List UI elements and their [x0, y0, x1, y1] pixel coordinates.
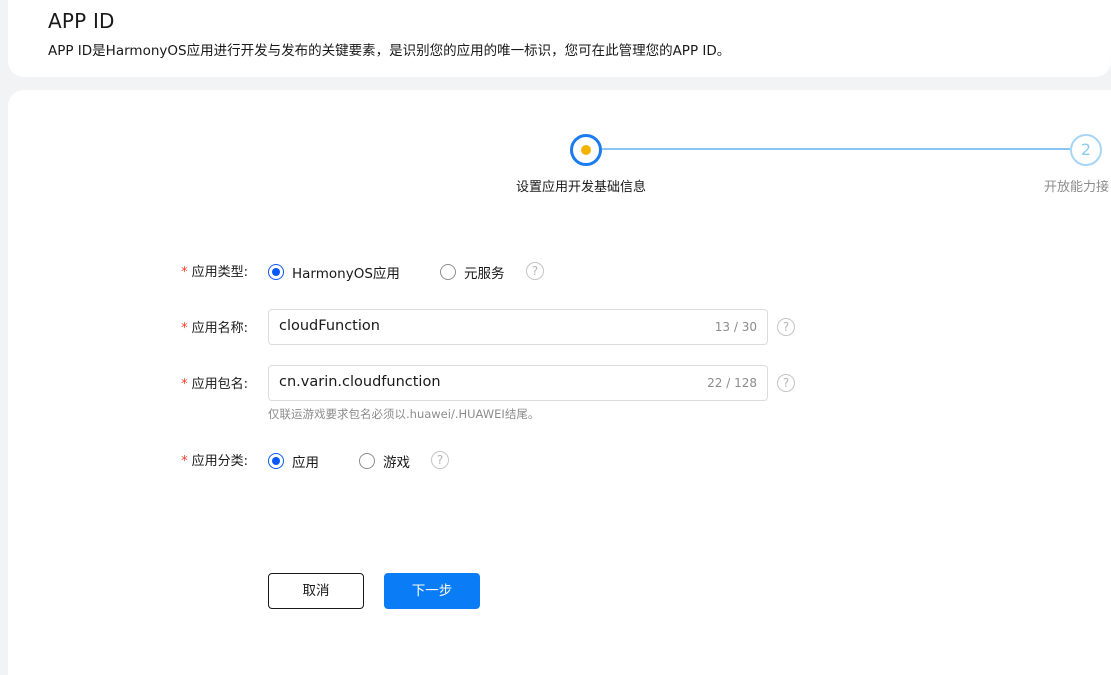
app-name-char-counter: 13 / 30	[714, 320, 757, 334]
step-2-label: 开放能力接	[1044, 180, 1110, 195]
package-name-hint: 仅联运游戏要求包名必须以.huawei/.HUAWEI结尾。	[268, 407, 540, 421]
category-label-text: 应用分类:	[191, 454, 248, 469]
radio-unchecked-icon	[440, 264, 456, 280]
step-1-active-dot	[581, 145, 591, 155]
package-name-label: * 应用包名:	[148, 373, 248, 392]
required-mark: *	[181, 377, 188, 392]
category-option-label: 游戏	[383, 455, 410, 471]
app-type-help-icon[interactable]: ?	[526, 262, 544, 280]
category-help-icon[interactable]: ?	[431, 451, 449, 469]
radio-unchecked-icon	[359, 453, 375, 469]
category-option-label: 应用	[292, 455, 319, 471]
required-mark: *	[181, 321, 188, 336]
app-name-label: * 应用名称:	[148, 317, 248, 336]
package-name-char-counter: 22 / 128	[707, 376, 757, 390]
package-name-label-text: 应用包名:	[191, 377, 248, 392]
step-2-indicator: 2	[1070, 134, 1102, 166]
cancel-button[interactable]: 取消	[268, 573, 364, 609]
app-type-option-label: 元服务	[464, 266, 505, 282]
package-name-field[interactable]: 22 / 128	[268, 365, 768, 401]
app-type-label: * 应用类型:	[148, 261, 248, 280]
category-label: * 应用分类:	[148, 450, 248, 469]
app-name-field[interactable]: 13 / 30	[268, 309, 768, 345]
package-name-help-icon[interactable]: ?	[777, 374, 795, 392]
next-step-button[interactable]: 下一步	[384, 573, 480, 609]
app-name-help-icon[interactable]: ?	[777, 318, 795, 336]
header-card: APP ID APP ID是HarmonyOS应用进行开发与发布的关键要素，是识…	[8, 0, 1111, 77]
app-name-label-text: 应用名称:	[191, 321, 248, 336]
step-1-indicator	[570, 134, 602, 166]
category-radio-app[interactable]: 应用	[268, 451, 319, 471]
app-name-input[interactable]	[279, 318, 679, 334]
category-radio-game[interactable]: 游戏	[359, 451, 410, 471]
app-type-label-text: 应用类型:	[191, 265, 248, 280]
app-type-radio-atomic-service[interactable]: 元服务	[440, 262, 505, 282]
step-1-label: 设置应用开发基础信息	[516, 180, 647, 195]
app-type-radio-harmonyos[interactable]: HarmonyOS应用	[268, 262, 400, 282]
radio-checked-icon	[268, 264, 284, 280]
app-type-option-label: HarmonyOS应用	[292, 266, 400, 282]
page-description: APP ID是HarmonyOS应用进行开发与发布的关键要素，是识别您的应用的唯…	[48, 43, 731, 59]
page-title: APP ID	[48, 9, 115, 33]
package-name-input[interactable]	[279, 374, 679, 390]
stepper-connector-line	[602, 148, 1070, 150]
required-mark: *	[181, 454, 188, 469]
radio-checked-icon	[268, 453, 284, 469]
required-mark: *	[181, 265, 188, 280]
